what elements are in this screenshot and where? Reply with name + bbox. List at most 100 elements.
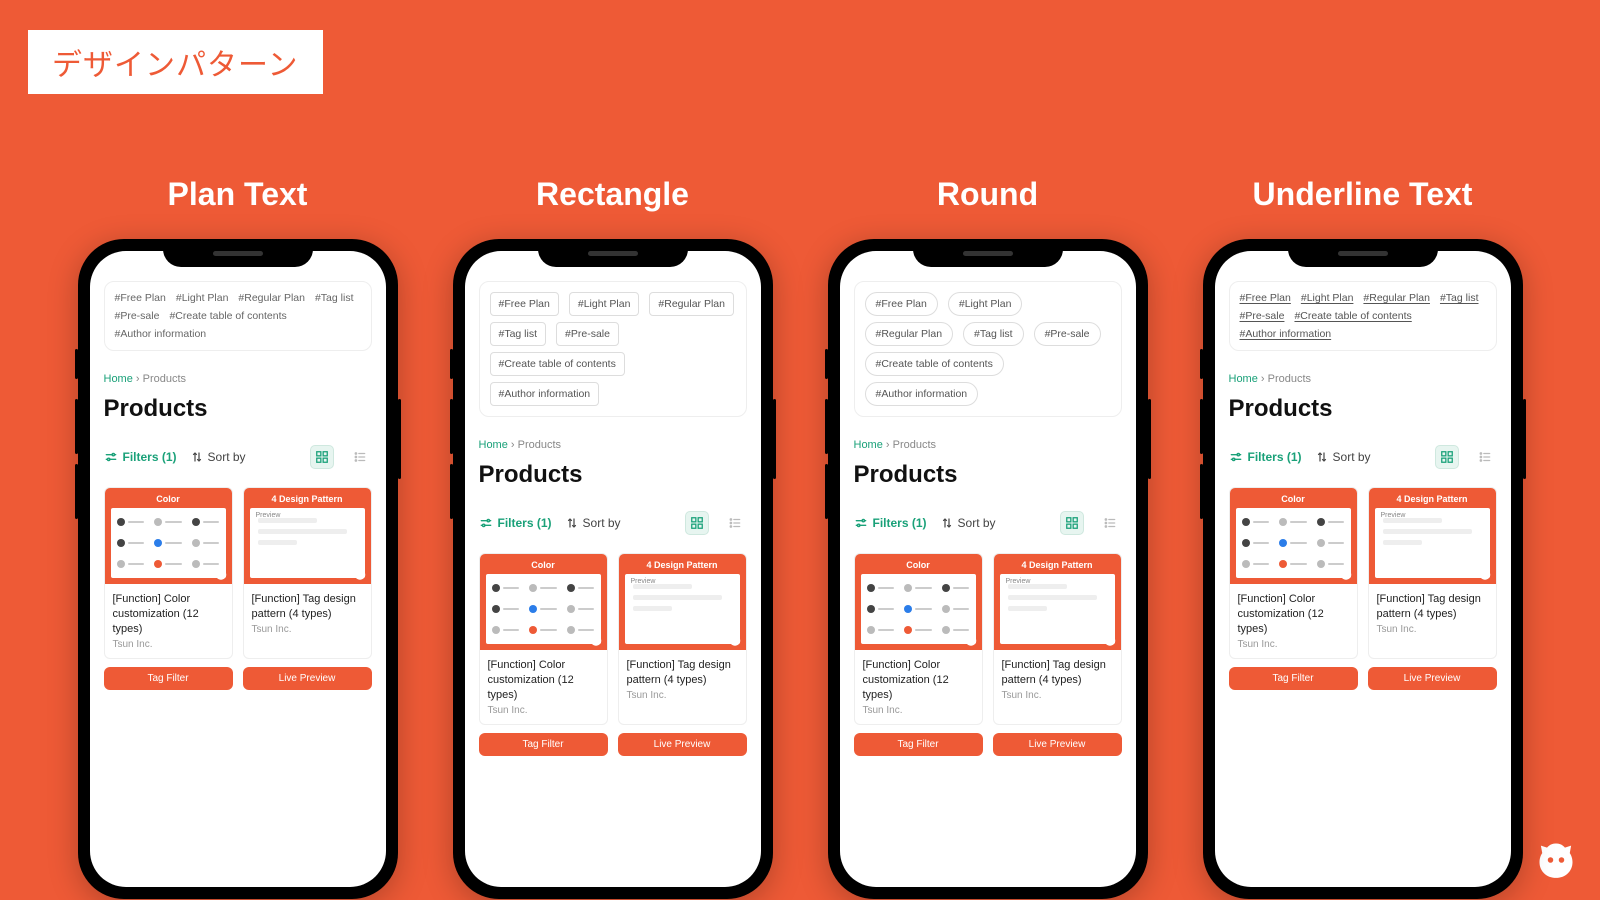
grid-view-icon[interactable] — [1435, 445, 1459, 469]
brand-icon — [589, 633, 603, 647]
sort-button[interactable]: Sort by — [941, 516, 996, 530]
product-card[interactable]: Color[Function] Color customization (12 … — [1229, 487, 1358, 659]
product-card-stub[interactable]: Live Preview — [1368, 667, 1497, 690]
tag-chip[interactable]: #Pre-sale — [115, 310, 160, 322]
tag-chip[interactable]: #Create table of contents — [1294, 310, 1411, 322]
product-title: [Function] Color customization (12 types… — [105, 584, 232, 639]
stub-row: Tag Filter Live Preview — [854, 725, 1122, 756]
breadcrumb: Home › Products — [854, 439, 1122, 451]
list-view-icon[interactable] — [348, 445, 372, 469]
page-title: Products — [854, 461, 1122, 489]
grid-view-icon[interactable] — [685, 511, 709, 535]
product-card[interactable]: 4 Design PatternPreview[Function] Tag de… — [243, 487, 372, 659]
breadcrumb-home[interactable]: Home — [1229, 373, 1258, 385]
product-card[interactable]: 4 Design PatternPreview[Function] Tag de… — [1368, 487, 1497, 659]
tag-chip[interactable]: #Light Plan — [948, 292, 1023, 316]
product-card-stub[interactable]: Tag Filter — [479, 733, 608, 756]
product-card-stub[interactable]: Tag Filter — [104, 667, 233, 690]
stub-row: Tag Filter Live Preview — [1229, 659, 1497, 690]
tag-chip[interactable]: #Light Plan — [569, 292, 640, 316]
tag-chip[interactable]: #Author information — [115, 328, 207, 340]
tag-chip[interactable]: #Pre-sale — [1240, 310, 1285, 322]
tag-chip[interactable]: #Free Plan — [1240, 292, 1291, 304]
product-card-stub[interactable]: Live Preview — [993, 733, 1122, 756]
product-grid: Color[Function] Color customization (12 … — [479, 553, 747, 725]
product-card[interactable]: 4 Design PatternPreview[Function] Tag de… — [618, 553, 747, 725]
brand-icon — [1478, 567, 1492, 581]
product-card[interactable]: 4 Design PatternPreview[Function] Tag de… — [993, 553, 1122, 725]
tag-chip[interactable]: #Regular Plan — [238, 292, 305, 304]
product-vendor: Tsun Inc. — [105, 639, 232, 658]
tag-chip[interactable]: #Create table of contents — [490, 352, 625, 376]
phone-screen: #Free Plan #Light Plan #Regular Plan #Tag l… — [465, 251, 761, 887]
sort-button[interactable]: Sort by — [191, 450, 246, 464]
tag-chip[interactable]: #Free Plan — [115, 292, 166, 304]
product-title: [Function] Tag design pattern (4 types) — [619, 650, 746, 690]
breadcrumb-home[interactable]: Home — [479, 439, 508, 451]
breadcrumb-sep: › — [1261, 373, 1265, 385]
tag-chip[interactable]: #Author information — [865, 382, 979, 406]
tag-chip[interactable]: #Create table of contents — [169, 310, 286, 322]
list-view-icon[interactable] — [1098, 511, 1122, 535]
tag-chip[interactable]: #Light Plan — [176, 292, 229, 304]
product-title: [Function] Color customization (12 types… — [855, 650, 982, 705]
product-card-stub[interactable]: Tag Filter — [1229, 667, 1358, 690]
tag-chip[interactable]: #Tag list — [490, 322, 547, 346]
product-title: [Function] Tag design pattern (4 types) — [1369, 584, 1496, 624]
tag-chip[interactable]: #Free Plan — [865, 292, 938, 316]
tag-chip[interactable]: #Regular Plan — [865, 322, 954, 346]
tag-chip[interactable]: #Tag list — [1440, 292, 1479, 304]
breadcrumb-current: Products — [518, 439, 561, 451]
product-title: [Function] Color customization (12 types… — [480, 650, 607, 705]
tag-chip[interactable]: #Tag list — [315, 292, 354, 304]
filters-button[interactable]: Filters (1) — [479, 516, 552, 530]
tag-list: #Free Plan #Light Plan #Regular Plan #Tag l… — [854, 281, 1122, 417]
collection-toolbar: Filters (1) Sort by — [1229, 445, 1497, 469]
breadcrumb-home[interactable]: Home — [854, 439, 883, 451]
list-view-icon[interactable] — [1473, 445, 1497, 469]
filters-button[interactable]: Filters (1) — [1229, 450, 1302, 464]
page-title: Products — [104, 395, 372, 423]
product-card-stub[interactable]: Live Preview — [243, 667, 372, 690]
product-card-stub[interactable]: Tag Filter — [854, 733, 983, 756]
brand-icon — [353, 567, 367, 581]
pattern-column: Underline Text #Free Plan#Light Plan#Reg… — [1193, 176, 1533, 900]
grid-view-icon[interactable] — [310, 445, 334, 469]
tag-chip[interactable]: #Pre-sale — [1034, 322, 1101, 346]
product-card[interactable]: Color[Function] Color customization (12 … — [479, 553, 608, 725]
tag-chip[interactable]: #Pre-sale — [556, 322, 619, 346]
product-grid: Color[Function] Color customization (12 … — [854, 553, 1122, 725]
product-grid: Color[Function] Color customization (12 … — [1229, 487, 1497, 659]
product-card-stub[interactable]: Live Preview — [618, 733, 747, 756]
breadcrumb-home[interactable]: Home — [104, 373, 133, 385]
phone-mockup: #Free Plan #Light Plan #Regular Plan #Tag l… — [1203, 239, 1523, 899]
phone-mockup: #Free Plan #Light Plan #Regular Plan #Tag l… — [78, 239, 398, 899]
sort-button[interactable]: Sort by — [566, 516, 621, 530]
phone-mockup: #Free Plan #Light Plan #Regular Plan #Tag l… — [828, 239, 1148, 899]
grid-view-icon[interactable] — [1060, 511, 1084, 535]
phone-screen: #Free Plan #Light Plan #Regular Plan #Tag l… — [1215, 251, 1511, 887]
tag-chip[interactable]: #Light Plan — [1301, 292, 1354, 304]
collection-toolbar: Filters (1) Sort by — [104, 445, 372, 469]
breadcrumb-current: Products — [893, 439, 936, 451]
tag-chip[interactable]: #Author information — [1240, 328, 1332, 340]
product-grid: Color[Function] Color customization (12 … — [104, 487, 372, 659]
product-vendor: Tsun Inc. — [244, 624, 371, 643]
tag-chip[interactable]: #Regular Plan — [1363, 292, 1430, 304]
tag-chip[interactable]: #Free Plan — [490, 292, 559, 316]
list-view-icon[interactable] — [723, 511, 747, 535]
column-title: Rectangle — [536, 176, 689, 213]
tag-chip[interactable]: #Create table of contents — [865, 352, 1004, 376]
filters-button[interactable]: Filters (1) — [104, 450, 177, 464]
brand-icon — [1339, 567, 1353, 581]
product-card[interactable]: Color[Function] Color customization (12 … — [104, 487, 233, 659]
filters-button[interactable]: Filters (1) — [854, 516, 927, 530]
tag-chip[interactable]: #Author information — [490, 382, 600, 406]
tag-chip[interactable]: #Tag list — [963, 322, 1024, 346]
phone-screen: #Free Plan #Light Plan #Regular Plan #Tag l… — [840, 251, 1136, 887]
phone-mockup: #Free Plan #Light Plan #Regular Plan #Tag l… — [453, 239, 773, 899]
tag-chip[interactable]: #Regular Plan — [649, 292, 734, 316]
sort-button[interactable]: Sort by — [1316, 450, 1371, 464]
product-card[interactable]: Color[Function] Color customization (12 … — [854, 553, 983, 725]
pattern-column: Round #Free Plan#Light Plan#Regular Plan… — [818, 176, 1158, 900]
